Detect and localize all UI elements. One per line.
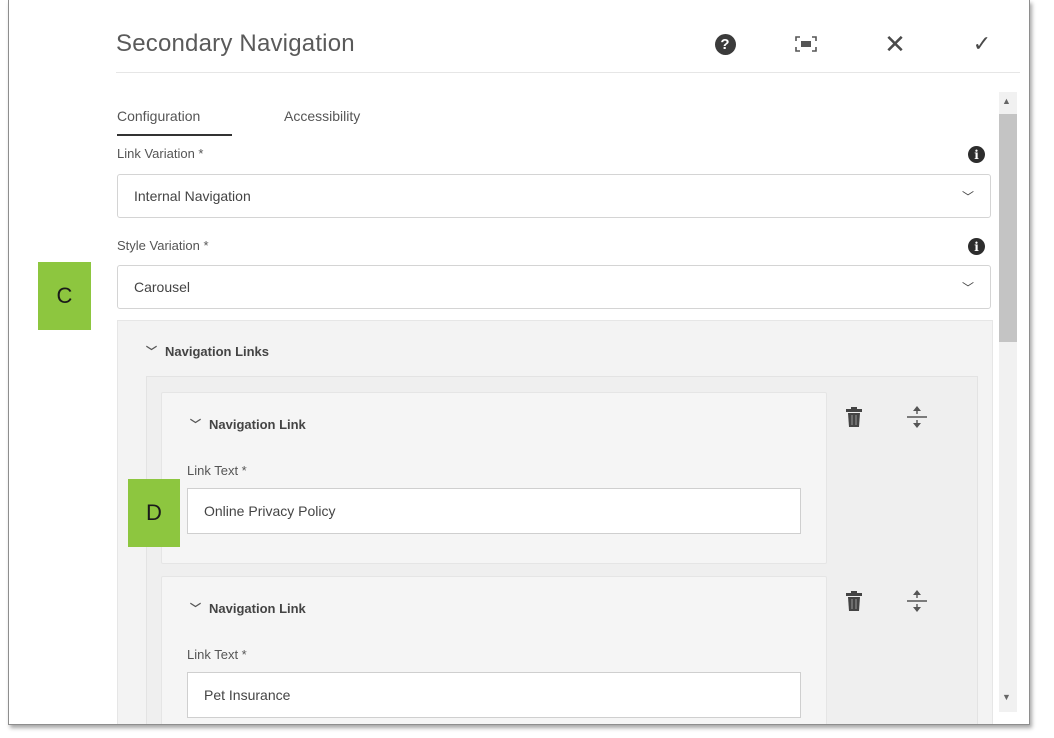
navigation-link-header[interactable]: ﹀ Navigation Link [190, 600, 306, 616]
navigation-link-title: Navigation Link [209, 416, 306, 432]
delete-link-button[interactable] [843, 406, 865, 428]
tab-configuration[interactable]: Configuration [117, 108, 200, 124]
style-variation-select[interactable]: Carousel ﹀ [117, 265, 991, 309]
info-icon: i [968, 238, 985, 255]
done-button[interactable]: ✓ [970, 32, 994, 56]
tab-accessibility[interactable]: Accessibility [284, 108, 360, 124]
link-text-input[interactable]: Pet Insurance [187, 672, 801, 718]
scroll-up-arrow[interactable]: ▲ [1002, 96, 1011, 106]
annotation-c: C [38, 262, 91, 330]
scrollbar-thumb[interactable] [999, 114, 1017, 342]
navigation-link-title: Navigation Link [209, 600, 306, 616]
link-variation-value: Internal Navigation [134, 188, 251, 204]
chevron-down-icon: ﹀ [190, 603, 201, 615]
navigation-links-header[interactable]: ﹀ Navigation Links [146, 343, 269, 359]
annotation-d: D [128, 479, 180, 547]
dialog-title: Secondary Navigation [116, 30, 355, 57]
help-button[interactable]: ? [713, 32, 737, 56]
fullscreen-button[interactable] [794, 32, 818, 56]
help-circle-icon: ? [714, 33, 736, 55]
move-link-handle[interactable] [906, 406, 928, 428]
active-tab-indicator [117, 134, 232, 136]
trash-icon [846, 591, 862, 611]
header-divider [116, 72, 1020, 73]
link-text-value: Pet Insurance [204, 687, 291, 703]
dialog-window: Secondary Navigation ? ✕ ✓ Configuration… [8, 0, 1030, 725]
close-icon: ✕ [884, 29, 906, 59]
delete-link-button[interactable] [843, 590, 865, 612]
trash-icon [846, 407, 862, 427]
link-text-label: Link Text * [187, 463, 247, 478]
style-variation-info[interactable]: i [968, 238, 985, 255]
drag-move-icon [907, 590, 927, 612]
link-text-input[interactable]: Online Privacy Policy [187, 488, 801, 534]
chevron-down-icon: ﹀ [961, 280, 974, 295]
navigation-links-title: Navigation Links [165, 343, 270, 359]
link-variation-select[interactable]: Internal Navigation ﹀ [117, 174, 991, 218]
chevron-down-icon: ﹀ [146, 346, 157, 358]
drag-move-icon [907, 406, 927, 428]
style-variation-label: Style Variation * [117, 238, 209, 253]
link-text-value: Online Privacy Policy [204, 503, 336, 519]
vertical-scrollbar[interactable]: ▲ ▼ [997, 92, 1019, 712]
scroll-down-arrow[interactable]: ▼ [1002, 692, 1011, 702]
link-variation-label: Link Variation * [117, 146, 204, 161]
link-variation-info[interactable]: i [968, 146, 985, 163]
close-button[interactable]: ✕ [883, 29, 907, 59]
move-link-handle[interactable] [906, 590, 928, 612]
style-variation-value: Carousel [134, 279, 191, 295]
chevron-down-icon: ﹀ [961, 189, 974, 204]
fullscreen-icon [795, 36, 817, 52]
link-text-label: Link Text * [187, 647, 247, 662]
checkmark-icon: ✓ [972, 31, 992, 56]
navigation-link-header[interactable]: ﹀ Navigation Link [190, 416, 306, 432]
chevron-down-icon: ﹀ [190, 419, 201, 431]
info-icon: i [968, 146, 985, 163]
